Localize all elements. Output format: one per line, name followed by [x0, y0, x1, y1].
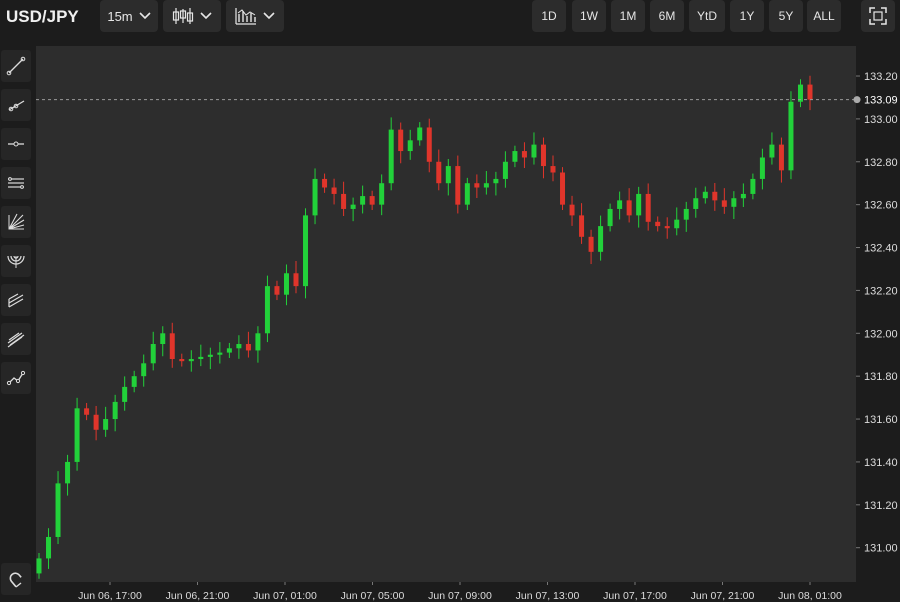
symbol-title[interactable]: USD/JPY	[6, 7, 79, 27]
range-5y-button[interactable]: 5Y	[769, 0, 803, 32]
range-1w-button[interactable]: 1W	[572, 0, 606, 32]
parallel-channel-icon	[8, 177, 24, 189]
chevron-down-icon	[139, 12, 151, 20]
chevron-down-icon	[263, 12, 275, 20]
parallel-channel-tool[interactable]	[1, 167, 31, 199]
ray-icon	[8, 100, 25, 112]
pitchfork-icon	[8, 293, 24, 308]
path-tool[interactable]	[1, 362, 31, 394]
regression-channel-icon	[7, 332, 25, 348]
horizontal-line-icon	[8, 141, 24, 147]
ray-tool[interactable]	[1, 89, 31, 121]
trend-line-icon	[6, 56, 26, 76]
chevron-down-icon	[200, 12, 212, 20]
fib-arc-icon	[7, 255, 25, 268]
fib-fan-tool[interactable]	[1, 206, 31, 238]
indicators-icon	[235, 8, 256, 25]
range-1y-button[interactable]: 1Y	[730, 0, 764, 32]
path-icon	[6, 370, 26, 386]
range-ytd-button[interactable]: YtD	[689, 0, 725, 32]
candlestick-icon	[172, 8, 194, 24]
fullscreen-icon	[869, 7, 887, 25]
magnet-tool[interactable]	[1, 563, 31, 595]
fib-fan-icon	[8, 213, 25, 230]
horizontal-line-tool[interactable]	[1, 128, 31, 160]
trend-line-tool[interactable]	[1, 50, 31, 82]
regression-channel-tool[interactable]	[1, 323, 31, 355]
time-axis[interactable]	[36, 582, 900, 602]
range-all-button[interactable]: ALL	[807, 0, 841, 32]
price-axis[interactable]	[856, 46, 900, 582]
interval-select[interactable]: 15m	[100, 0, 158, 32]
fullscreen-button[interactable]	[861, 0, 895, 32]
range-1m-button[interactable]: 1M	[611, 0, 645, 32]
drawing-tools-sidebar	[0, 38, 34, 602]
range-1d-button[interactable]: 1D	[532, 0, 566, 32]
toolbar: USD/JPY 15m 1D 1W 1M 6M YtD 1Y 5Y ALL	[0, 0, 900, 38]
fib-arc-tool[interactable]	[1, 245, 31, 277]
interval-label: 15m	[107, 8, 133, 24]
range-6m-button[interactable]: 6M	[650, 0, 684, 32]
pitchfork-tool[interactable]	[1, 284, 31, 316]
magnet-icon	[9, 572, 22, 588]
indicators-select[interactable]	[226, 0, 284, 32]
chart-type-select[interactable]	[163, 0, 221, 32]
chart-plot-area[interactable]	[36, 46, 856, 582]
